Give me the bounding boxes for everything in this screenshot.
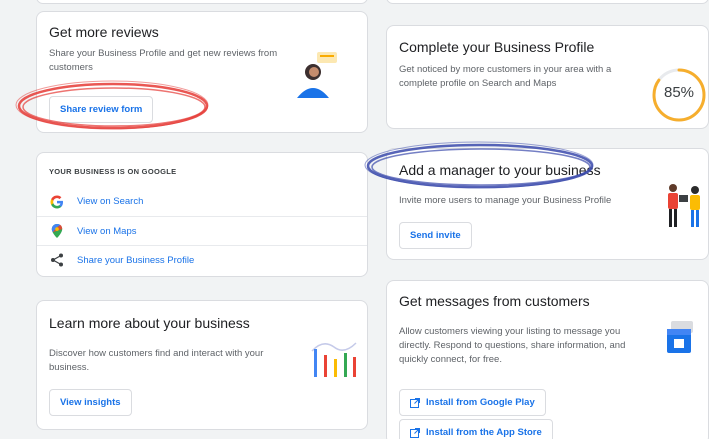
top-partial-card-right <box>386 0 709 4</box>
dashboard-page: Get more reviews Share your Business Pro… <box>0 0 709 439</box>
profile-card: Complete your Business Profile Get notic… <box>386 25 709 129</box>
view-on-maps-link[interactable]: View on Maps <box>37 216 367 245</box>
share-icon <box>49 252 65 268</box>
google-g-icon <box>49 194 65 210</box>
view-on-maps-label: View on Maps <box>77 225 137 237</box>
team-illustration-icon <box>668 184 700 227</box>
view-insights-label: View insights <box>60 397 121 408</box>
blue-annotation-circle <box>364 141 594 189</box>
install-google-play-label: Install from Google Play <box>426 397 535 408</box>
external-link-icon <box>410 397 420 408</box>
learn-card: Learn more about your business Discover … <box>36 300 368 430</box>
profile-card-description: Get noticed by more customers in your ar… <box>399 64 612 89</box>
install-app-store-button[interactable]: Install from the App Store <box>399 419 553 439</box>
view-on-search-label: View on Search <box>77 196 144 207</box>
red-annotation-circle <box>15 80 209 130</box>
top-partial-card-left <box>36 0 368 4</box>
maps-pin-icon <box>49 223 65 239</box>
messages-card: Get messages from customers Allow custom… <box>386 280 709 439</box>
learn-card-title: Learn more about your business <box>49 315 250 331</box>
share-business-profile-label: Share your Business Profile <box>77 254 195 266</box>
reviews-card-description: Share your Business Profile and get new … <box>49 48 278 73</box>
on-google-heading: YOUR BUSINESS IS ON GOOGLE <box>49 167 177 176</box>
view-on-search-link[interactable]: View on Search <box>37 187 367 216</box>
view-insights-button[interactable]: View insights <box>49 389 132 416</box>
send-invite-button[interactable]: Send invite <box>399 222 472 249</box>
install-app-store-label: Install from the App Store <box>426 427 542 438</box>
send-invite-label: Send invite <box>410 230 461 241</box>
messaging-store-icon <box>667 321 693 353</box>
reviews-card-title: Get more reviews <box>49 24 159 40</box>
external-link-icon <box>410 427 420 438</box>
on-google-card: YOUR BUSINESS IS ON GOOGLE View on Searc… <box>36 152 368 277</box>
insights-chart-icon <box>311 342 357 377</box>
manager-card-description: Invite more users to manage your Busines… <box>399 195 612 206</box>
share-business-profile-link[interactable]: Share your Business Profile <box>37 245 367 274</box>
messages-card-title: Get messages from customers <box>399 293 590 309</box>
learn-card-description: Discover how customers find and interact… <box>49 348 264 373</box>
reviewer-illustration-icon <box>297 52 337 98</box>
profile-progress-label: 85% <box>663 84 695 101</box>
profile-card-title: Complete your Business Profile <box>399 39 595 55</box>
messages-card-description: Allow customers viewing your listing to … <box>399 326 626 365</box>
profile-progress-ring: 85% <box>649 65 709 125</box>
install-google-play-button[interactable]: Install from Google Play <box>399 389 546 416</box>
